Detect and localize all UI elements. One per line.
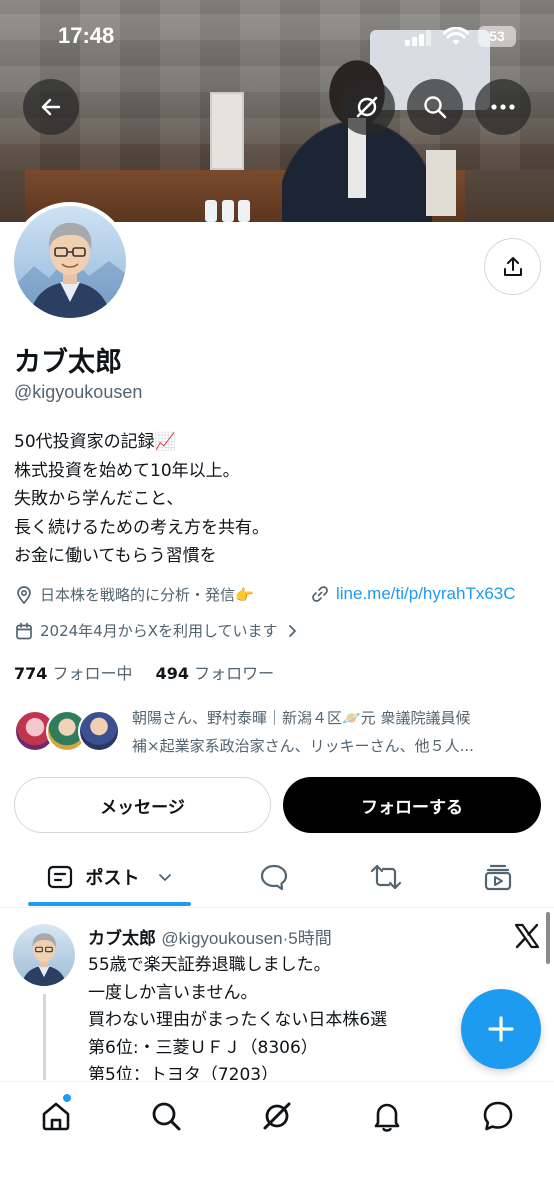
nav-notifications[interactable] <box>367 1096 407 1136</box>
x-logo-icon <box>514 923 540 949</box>
bell-icon <box>374 1103 400 1132</box>
search-icon <box>152 1102 181 1131</box>
status-time: 17:48 <box>58 23 115 48</box>
followed-by-text: 朝陽さん、野村泰暉｜新潟４区🪐元 衆議院議員候 補×起業家系政治家さん、リッキー… <box>132 704 474 760</box>
following-link[interactable]: 774 フォロー中 <box>14 664 133 683</box>
followed-by[interactable]: 朝陽さん、野村泰暉｜新潟４区🪐元 衆議院議員候 補×起業家系政治家さん、リッキー… <box>14 704 544 760</box>
tweet-line: 第5位：トヨタ（7203） <box>88 1065 279 1080</box>
nav-messages[interactable] <box>478 1096 518 1136</box>
followers-count: 494 <box>155 664 190 683</box>
thread-line <box>43 994 46 1080</box>
messages-icon <box>483 1101 513 1131</box>
wifi-icon <box>443 27 469 45</box>
bottom-nav <box>0 1081 554 1199</box>
profile-meta-row: 日本株を戦略的に分析・発信👉 line.me/ti/p/hyrahTx63C <box>14 584 544 608</box>
tweet-line: 買わない理由がまったくない日本株6選 <box>88 1010 388 1030</box>
bio-line: 50代投資家の記録📈 <box>14 432 176 452</box>
bio-line: お金に働いてもらう習慣を <box>14 546 217 566</box>
posts-icon <box>47 865 72 889</box>
link-icon <box>312 586 328 602</box>
profile-location: 日本株を戦略的に分析・発信👉 <box>14 584 254 605</box>
more-button[interactable] <box>475 79 531 135</box>
home-icon <box>42 1102 70 1131</box>
plus-icon <box>488 1016 514 1042</box>
banner-poster <box>210 92 244 170</box>
tweet-author-name[interactable]: カブ太郎 <box>88 929 156 949</box>
status-bar: 17:48 53 <box>0 0 554 70</box>
back-button[interactable] <box>23 79 79 135</box>
avatar-illustration <box>21 933 67 986</box>
website-link[interactable]: line.me/ti/p/hyrahTx63C <box>336 584 516 604</box>
followers-label: フォロワー <box>194 664 275 683</box>
banner-bottle <box>238 200 250 222</box>
repost-icon <box>370 864 402 890</box>
followed-by-line: 朝陽さん、野村泰暉｜新潟４区🪐元 衆議院議員候 <box>132 709 471 727</box>
follow-button[interactable]: フォローする <box>283 777 541 833</box>
profile-handle: @kigyoukousen <box>14 382 143 402</box>
location-icon <box>17 585 31 604</box>
share-button[interactable] <box>484 238 541 295</box>
profile-name: カブ太郎 <box>14 347 122 378</box>
profile-website[interactable]: line.me/ti/p/hyrahTx63C <box>310 584 516 604</box>
following-count: 774 <box>14 664 48 683</box>
profile-tabs: ポスト <box>0 848 554 908</box>
profile-bio: 50代投資家の記録📈 株式投資を始めて10年以上。 失敗から学んだこと、 長く続… <box>14 428 269 571</box>
tweet-line: 第6位:・三菱ＵＦＪ（8306） <box>88 1037 318 1058</box>
joined-row[interactable]: 2024年4月からXを利用しています <box>14 620 300 641</box>
tweet-handle-time: @kigyoukousen·5時間 <box>161 929 332 948</box>
more-icon <box>491 104 515 110</box>
banner-bottle <box>222 200 234 222</box>
tweet-avatar[interactable] <box>13 924 75 986</box>
followed-by-avatars <box>14 710 124 754</box>
notification-dot <box>62 1093 72 1103</box>
grok-button[interactable] <box>339 79 395 135</box>
following-label: フォロー中 <box>52 664 133 683</box>
followed-by-line: 補×起業家系政治家さん、リッキーさん、他５人... <box>132 737 474 755</box>
tab-posts-label: ポスト <box>85 868 140 889</box>
reply-icon <box>260 864 288 891</box>
bio-line: 失敗から学んだこと、 <box>14 489 184 509</box>
tab-active-indicator <box>28 902 191 906</box>
location-text: 日本株を戦略的に分析・発信👉 <box>40 586 254 604</box>
tab-reposts[interactable] <box>366 848 406 906</box>
share-icon <box>503 256 522 276</box>
chevron-right-icon <box>288 624 296 637</box>
battery-indicator: 53 <box>478 26 516 47</box>
followers-link[interactable]: 494 フォロワー <box>156 664 275 683</box>
joined-text: 2024年4月からXを利用しています <box>40 622 278 640</box>
profile-avatar[interactable] <box>10 202 130 322</box>
tweet-line: 一度しか言いません。 <box>88 982 258 1003</box>
signal-icon <box>405 30 431 46</box>
tab-media[interactable] <box>478 848 518 906</box>
message-button[interactable]: メッセージ <box>14 777 271 833</box>
calendar-icon <box>16 622 32 639</box>
tweet-header: カブ太郎 @kigyoukousen·5時間 <box>88 924 332 949</box>
banner-sign <box>426 150 456 216</box>
grok-icon <box>263 1102 291 1130</box>
scrollbar[interactable] <box>546 912 550 964</box>
tweet-text: 55歳で楽天証券退職しました。 一度しか言いません。 買わない理由がまったくない… <box>88 952 387 1080</box>
back-arrow-icon <box>41 98 61 116</box>
bio-line: 長く続けるための考え方を共有。 <box>14 517 269 538</box>
chevron-down-icon <box>158 874 171 881</box>
grok-icon <box>356 96 378 118</box>
avatar <box>78 710 120 752</box>
search-icon <box>424 96 447 119</box>
nav-grok[interactable] <box>257 1096 297 1136</box>
banner-bottle <box>205 200 217 222</box>
tab-replies[interactable] <box>254 848 294 906</box>
tweet-line: 55歳で楽天証券退職しました。 <box>88 955 331 975</box>
search-button[interactable] <box>407 79 463 135</box>
media-icon <box>484 864 512 891</box>
tab-posts[interactable]: ポスト <box>28 848 191 906</box>
follow-counts: 774 フォロー中 494 フォロワー <box>14 660 274 684</box>
nav-search[interactable] <box>146 1096 186 1136</box>
compose-button[interactable] <box>461 989 541 1069</box>
bio-line: 株式投資を始めて10年以上。 <box>14 460 240 481</box>
avatar-illustration <box>14 222 126 318</box>
